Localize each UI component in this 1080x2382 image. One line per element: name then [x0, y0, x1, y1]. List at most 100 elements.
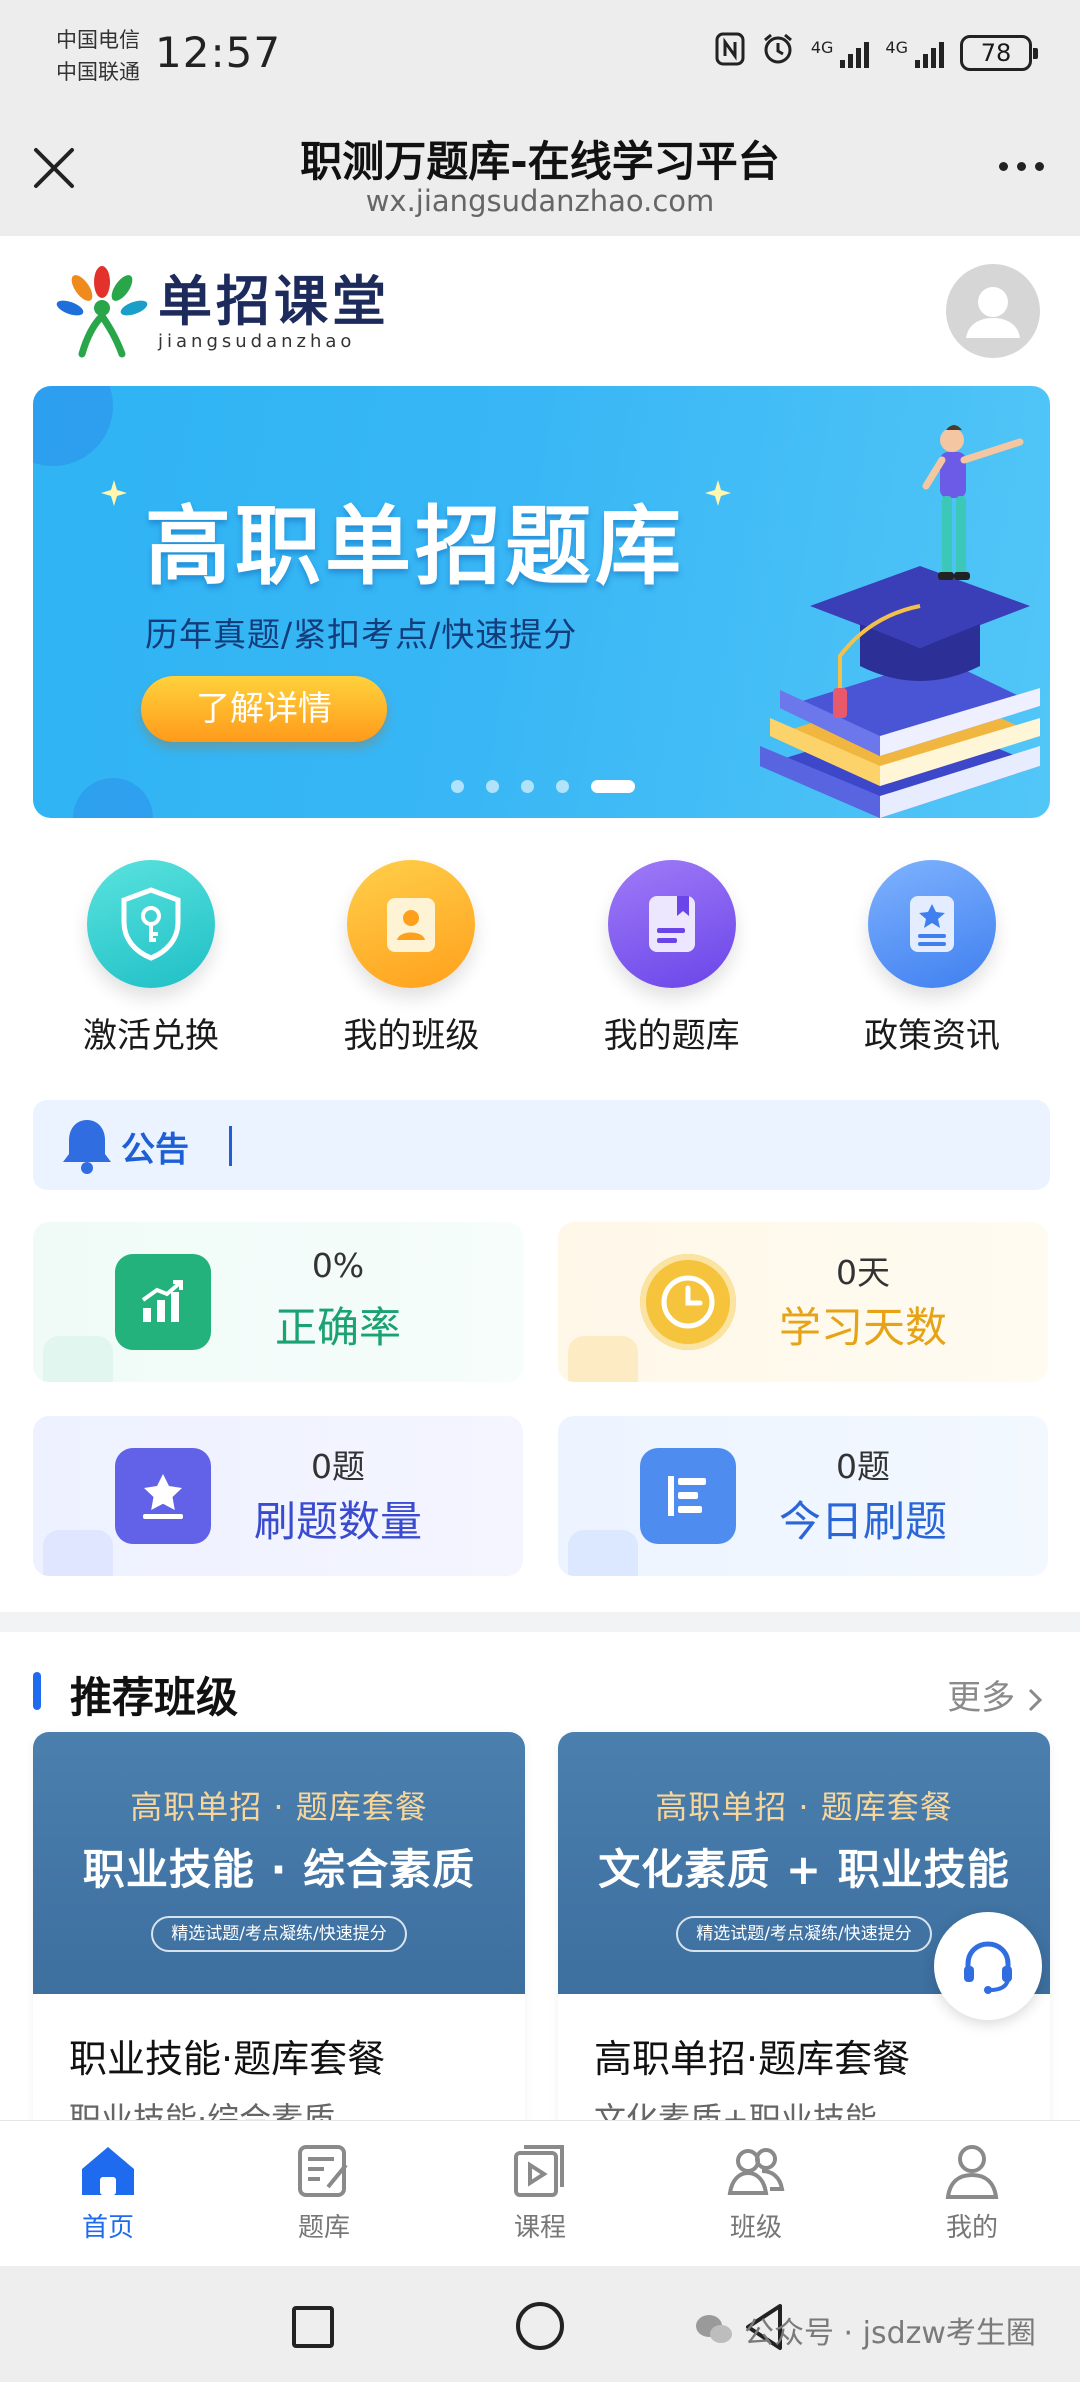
nfc-icon [715, 32, 745, 74]
alarm-icon [761, 32, 795, 74]
banner-title: 高职单招题库 [145, 497, 685, 597]
cover-tag: 精选试题/考点凝练/快速提分 [151, 1916, 407, 1952]
shortcut-label: 政策资讯 [863, 1016, 1000, 1056]
bottom-tab-bar: 首页 题库 课程 班级 我的 [0, 2120, 1080, 2266]
course-title: 职业技能·题库套餐 [69, 2037, 386, 2081]
tab-label: 我的 [945, 2213, 998, 2243]
question-count-label: 刷题数量 [253, 1497, 422, 1546]
page-dot-active[interactable] [591, 780, 635, 793]
banner-pagination[interactable] [451, 780, 635, 793]
brand-logo[interactable]: 单招课堂 jiangsudanzhao [52, 264, 390, 360]
dot-icon [1035, 162, 1044, 171]
carrier-1: 中国电信 [56, 28, 140, 52]
study-days-label: 学习天数 [778, 1303, 947, 1352]
course-play-icon [514, 2145, 564, 2197]
bell-icon [63, 1120, 111, 1174]
tab-courses[interactable]: 课程 [432, 2121, 648, 2266]
today-questions-label: 今日刷题 [778, 1497, 947, 1546]
page-dot[interactable] [521, 780, 534, 793]
battery-icon: 78 [960, 35, 1038, 71]
page-content: 单招课堂 jiangsudanzhao 高职单招题库 历年真题/紧扣考点/快速提… [0, 236, 1080, 2120]
stat-today-questions[interactable]: 0题 今日刷题 [558, 1416, 1048, 1576]
shortcut-activate-redeem[interactable]: 激活兑换 [33, 860, 269, 1057]
today-questions-value: 0题 [836, 1447, 890, 1486]
carrier-2: 中国联通 [56, 60, 140, 84]
page-title: 职测万题库-在线学习平台 [300, 137, 780, 186]
cover-top-text: 高职单招 · 题库套餐 [655, 1788, 953, 1826]
section-divider [0, 1612, 1080, 1632]
course-title: 高职单招·题库套餐 [594, 2037, 911, 2081]
chart-up-icon [115, 1254, 211, 1350]
banner-subtitle: 历年真题/紧扣考点/快速提分 [145, 615, 578, 654]
tab-home[interactable]: 首页 [0, 2121, 216, 2266]
browser-title-bar: 职测万题库-在线学习平台 wx.jiangsudanzhao.com [0, 112, 1080, 236]
logo-icon [52, 264, 152, 360]
question-bank-icon [607, 860, 736, 988]
class-badge-icon [347, 860, 476, 988]
section-title: 推荐班级 [70, 1673, 239, 1722]
tab-classes[interactable]: 班级 [648, 2121, 864, 2266]
notice-label: 公告 [121, 1130, 189, 1170]
system-navigation-bar: 公众号 · jsdzw考生圈 [0, 2266, 1080, 2382]
person-icon [966, 287, 1020, 338]
policy-news-icon [867, 860, 996, 988]
chevron-right-icon [1028, 1688, 1043, 1711]
recent-apps-button[interactable] [292, 2306, 334, 2348]
stat-study-days[interactable]: 0天 学习天数 [558, 1222, 1048, 1382]
signal-icon-1: 4G [811, 38, 870, 68]
page-dot[interactable] [556, 780, 569, 793]
tab-profile[interactable]: 我的 [864, 2121, 1080, 2266]
course-card[interactable]: 高职单招 · 题库套餐 职业技能 · 综合素质 精选试题/考点凝练/快速提分 职… [33, 1732, 525, 2120]
more-link[interactable]: 更多 [947, 1670, 1044, 1719]
cover-main-text: 文化素质 + 职业技能 [598, 1845, 1010, 1894]
dot-icon [999, 162, 1008, 171]
cover-tag: 精选试题/考点凝练/快速提分 [676, 1916, 932, 1952]
stat-question-count[interactable]: 0题 刷题数量 [33, 1416, 523, 1576]
accuracy-label: 正确率 [274, 1303, 401, 1352]
user-avatar[interactable] [946, 264, 1040, 358]
page-dot[interactable] [486, 780, 499, 793]
stat-accuracy[interactable]: 0% 正确率 [33, 1222, 523, 1382]
accuracy-value: 0% [311, 1246, 365, 1285]
shortcut-label: 我的题库 [603, 1016, 740, 1056]
wechat-icon [696, 2315, 732, 2343]
cover-main-text: 职业技能 · 综合素质 [82, 1845, 476, 1894]
notice-bar[interactable]: 公告 [33, 1100, 1050, 1190]
status-time: 12:57 [155, 28, 282, 77]
recommend-header: 推荐班级 更多 [0, 1632, 1080, 1742]
tab-label: 班级 [729, 2213, 782, 2243]
cover-top-text: 高职单招 · 题库套餐 [130, 1788, 428, 1826]
question-bank-icon [298, 2145, 348, 2197]
tab-label: 课程 [513, 2213, 566, 2243]
key-shield-icon [87, 860, 215, 988]
star-badge-icon [115, 1448, 211, 1544]
course-subtitle: 文化素质+职业技能 [594, 2100, 877, 2120]
learn-more-button[interactable]: 了解详情 [141, 676, 387, 742]
shortcut-my-question-bank[interactable]: 我的题库 [554, 860, 790, 1057]
profile-icon [945, 2145, 999, 2199]
more-options-button[interactable] [999, 162, 1044, 171]
logo-name: 单招课堂 [158, 269, 390, 333]
status-icons: 4G 4G 78 [715, 32, 1038, 74]
question-count-value: 0题 [311, 1447, 365, 1486]
page-dot[interactable] [451, 780, 464, 793]
tab-question-bank[interactable]: 题库 [216, 2121, 432, 2266]
shortcut-my-class[interactable]: 我的班级 [293, 860, 529, 1057]
page-url: wx.jiangsudanzhao.com [365, 184, 715, 218]
watermark-text: 公众号 · jsdzw考生圈 [744, 2316, 1036, 2351]
promo-banner[interactable]: 高职单招题库 历年真题/紧扣考点/快速提分 了解详情 [33, 386, 1050, 818]
tab-label: 题库 [297, 2213, 350, 2243]
logo-subname: jiangsudanzhao [158, 330, 356, 352]
home-icon [82, 2147, 134, 2195]
carrier-info: 中国电信 中国联通 [56, 24, 140, 88]
course-subtitle: 职业技能·综合素质 [69, 2100, 336, 2120]
customer-service-button[interactable] [934, 1912, 1042, 2020]
home-button[interactable] [516, 2302, 564, 2350]
shortcut-policy-news[interactable]: 政策资讯 [814, 860, 1050, 1057]
tab-label: 首页 [81, 2213, 134, 2243]
shortcut-label: 我的班级 [343, 1016, 480, 1056]
more-label: 更多 [947, 1678, 1016, 1718]
shortcut-label: 激活兑换 [83, 1016, 219, 1056]
graduation-books-illustration [760, 425, 1040, 818]
headset-icon [964, 1941, 1012, 1994]
